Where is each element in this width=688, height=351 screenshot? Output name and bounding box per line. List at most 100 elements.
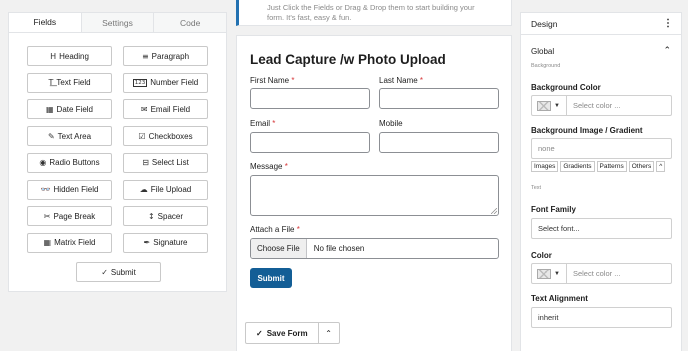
- message-label: Message *: [250, 162, 288, 171]
- field-button-label: Email Field: [150, 104, 191, 114]
- attach-file-label: Attach a File *: [250, 225, 300, 234]
- tab-images[interactable]: Images: [531, 161, 559, 172]
- background-color-label: Background Color: [531, 83, 601, 92]
- upload-icon: ☁: [139, 185, 148, 194]
- paragraph-icon: ≡: [141, 51, 149, 61]
- check-icon: ✓: [101, 267, 108, 277]
- field-button-heading[interactable]: H Heading: [27, 46, 112, 66]
- field-button-number-field[interactable]: 123 Number Field: [123, 72, 208, 93]
- check-icon: ✓: [256, 328, 263, 338]
- field-button-signature[interactable]: ✒ Signature: [123, 232, 208, 253]
- tab-gradients[interactable]: Gradients: [560, 161, 595, 172]
- field-button-page-break[interactable]: ✂ Page Break: [27, 206, 112, 227]
- background-image-label: Background Image / Gradient: [531, 126, 643, 135]
- text-color-picker[interactable]: ▼ Select color ...: [531, 263, 672, 284]
- field-button-date-field[interactable]: ▦ Date Field: [27, 99, 112, 120]
- field-button-label: Text Field: [56, 78, 91, 88]
- text-alignment-label: Text Alignment: [531, 294, 588, 303]
- table-icon: ▦: [43, 238, 52, 248]
- design-title: Design: [531, 19, 558, 29]
- resize-handle-icon[interactable]: [491, 208, 497, 214]
- email-input[interactable]: [250, 132, 370, 153]
- background-color-input[interactable]: Select color ...: [565, 96, 671, 115]
- font-family-select[interactable]: Select font...: [531, 218, 672, 239]
- field-button-text-area[interactable]: ✎ Text Area: [27, 126, 112, 147]
- field-button-matrix-field[interactable]: ▦ Matrix Field: [27, 232, 112, 253]
- radio-icon: ◉: [39, 158, 47, 168]
- submit-field-button[interactable]: ✓ Submit: [76, 262, 161, 282]
- divider: [521, 34, 681, 35]
- save-form-label: Save Form: [266, 328, 308, 338]
- field-button-spacer[interactable]: ↕ Spacer: [123, 206, 208, 227]
- envelope-icon: ✉: [140, 104, 148, 114]
- panel-tabs: Fields Settings Code: [9, 13, 227, 33]
- field-button-radio-buttons[interactable]: ◉ Radio Buttons: [27, 152, 112, 173]
- collapse-chevron-icon[interactable]: ⌃: [663, 45, 671, 56]
- field-button-paragraph[interactable]: ≡ Paragraph: [123, 46, 208, 66]
- form-title[interactable]: Lead Capture /w Photo Upload: [250, 52, 446, 67]
- tab-others[interactable]: Others: [628, 161, 655, 172]
- select-icon: ⊟: [142, 158, 149, 168]
- field-button-label: Hidden Field: [53, 185, 99, 194]
- submit-field-label: Submit: [110, 267, 136, 277]
- field-button-label: Number Field: [150, 78, 199, 88]
- field-button-label: Date Field: [56, 104, 94, 114]
- message-textarea[interactable]: [250, 175, 499, 216]
- choose-file-button[interactable]: Choose File: [251, 239, 307, 258]
- fields-panel: Fields Settings Code H Heading ≡ Paragraph T…: [8, 12, 227, 292]
- notice-line-2: form. It's fast, easy & fun.: [267, 13, 352, 22]
- global-section-title[interactable]: Global: [531, 47, 554, 56]
- font-family-label: Font Family: [531, 205, 576, 214]
- tab-fields[interactable]: Fields: [9, 13, 81, 32]
- save-options-chevron-icon[interactable]: ⌃: [319, 323, 339, 343]
- form-submit-button[interactable]: Submit: [250, 268, 292, 288]
- tab-code[interactable]: Code: [153, 13, 227, 32]
- field-button-text-field[interactable]: T͟ Text Field: [27, 72, 112, 93]
- field-button-hidden-field[interactable]: 👓 Hidden Field: [27, 179, 112, 200]
- field-button-label: Page Break: [53, 211, 96, 221]
- dropdown-icon[interactable]: ▼: [554, 271, 560, 277]
- field-button-label: Paragraph: [151, 51, 190, 61]
- mobile-label: Mobile: [379, 119, 403, 128]
- first-name-input[interactable]: [250, 88, 370, 109]
- color-swatch-icon[interactable]: [537, 100, 551, 111]
- instructions-notice: Just Click the Fields or Drag & Drop the…: [236, 0, 512, 26]
- field-button-file-upload[interactable]: ☁ File Upload: [123, 179, 208, 200]
- form-preview: Lead Capture /w Photo Upload First Name …: [236, 35, 512, 351]
- last-name-input[interactable]: [379, 88, 499, 109]
- field-button-label: Text Area: [57, 131, 92, 141]
- notice-line-1: Just Click the Fields or Drag & Drop the…: [267, 3, 475, 12]
- text-color-input[interactable]: Select color ...: [565, 264, 671, 283]
- email-label: Email *: [250, 119, 276, 128]
- background-color-picker[interactable]: ▼ Select color ...: [531, 95, 672, 116]
- file-upload-input: Choose File No file chosen: [250, 238, 499, 259]
- field-button-checkboxes[interactable]: ☑ Checkboxes: [123, 126, 208, 147]
- save-form-button[interactable]: ✓ Save Form: [246, 323, 319, 343]
- menu-icon[interactable]: ⋮: [663, 18, 673, 29]
- text-alignment-select[interactable]: inherit: [531, 307, 672, 328]
- field-button-email-field[interactable]: ✉ Email Field: [123, 99, 208, 120]
- tab-settings[interactable]: Settings: [80, 13, 154, 32]
- gradient-collapse-icon[interactable]: ^: [656, 161, 666, 172]
- calendar-icon: ▦: [45, 104, 54, 114]
- field-button-label: Spacer: [157, 211, 184, 221]
- background-group-label: Background: [531, 63, 561, 69]
- background-image-input[interactable]: none: [531, 138, 672, 159]
- color-swatch-icon[interactable]: [537, 268, 551, 279]
- dropdown-icon[interactable]: ▼: [554, 103, 560, 109]
- color-label: Color: [531, 251, 552, 260]
- field-button-select-list[interactable]: ⊟ Select List: [123, 152, 208, 173]
- field-button-label: Matrix Field: [54, 238, 96, 248]
- gradient-tabs: Images Gradients Patterns Others ^: [531, 161, 666, 172]
- spacer-icon: ↕: [147, 211, 155, 221]
- design-panel: Design ⋮ Global ⌃ Background Background …: [520, 12, 682, 351]
- save-bar: ✓ Save Form ⌃: [245, 322, 340, 344]
- text-group-label: Text: [531, 185, 542, 191]
- scissors-icon: ✂: [43, 211, 51, 221]
- field-button-label: File Upload: [150, 185, 192, 194]
- tab-patterns[interactable]: Patterns: [596, 161, 627, 172]
- mobile-input[interactable]: [379, 132, 499, 153]
- heading-icon: H: [50, 51, 57, 61]
- signature-icon: ✒: [143, 238, 151, 248]
- checkbox-icon: ☑: [138, 131, 146, 141]
